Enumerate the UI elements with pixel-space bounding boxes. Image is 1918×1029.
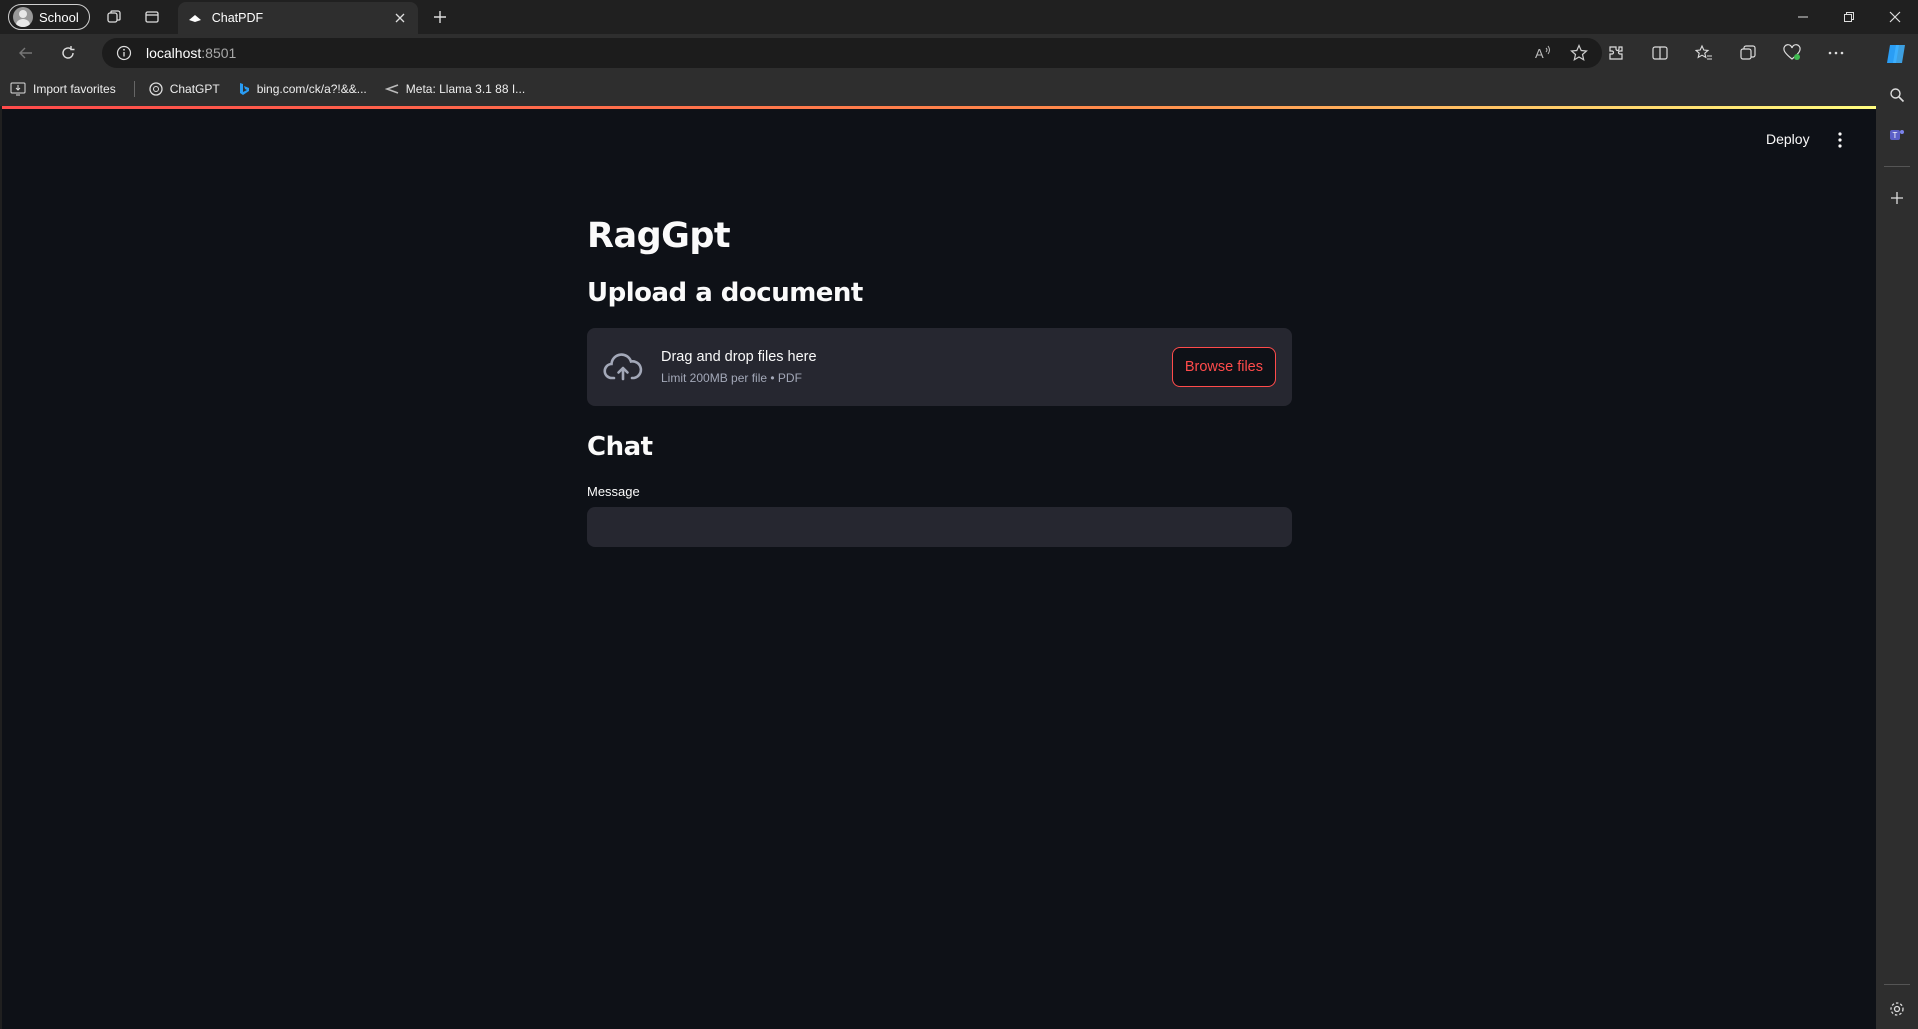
streamlit-favicon-icon: [188, 15, 201, 22]
bookmark-separator: [133, 81, 135, 97]
message-label: Message: [587, 484, 640, 499]
main-menu-icon[interactable]: [1830, 130, 1850, 150]
restore-icon[interactable]: [1826, 0, 1872, 34]
sidebar-teams-icon[interactable]: T: [1886, 124, 1908, 146]
back-icon[interactable]: [10, 37, 42, 69]
browser-sidebar: T: [1876, 72, 1918, 1029]
bookmark-label: ChatGPT: [169, 82, 220, 96]
new-tab-button[interactable]: [426, 3, 454, 31]
browse-files-button[interactable]: Browse files: [1171, 347, 1276, 387]
profile-button[interactable]: School: [8, 4, 90, 30]
svg-text:T: T: [1893, 131, 1898, 140]
browser-titlebar: School ChatPDF: [0, 0, 1918, 34]
close-tab-icon[interactable]: [392, 10, 408, 26]
sidebar-add-icon[interactable]: [1886, 187, 1908, 209]
favorites-icon[interactable]: [1692, 41, 1716, 65]
bookmark-label: Import favorites: [33, 82, 116, 96]
import-favorites-icon: [10, 82, 26, 96]
close-window-icon[interactable]: [1872, 0, 1918, 34]
url-host: localhost: [146, 45, 202, 61]
workspaces-icon[interactable]: [100, 3, 128, 31]
upload-heading: Upload a document: [587, 278, 863, 308]
app-header-decoration: [2, 106, 1876, 109]
collections-icon[interactable]: [1736, 41, 1760, 65]
address-toolbar: localhost:8501 A: [0, 34, 1918, 72]
bookmark-label: bing.com/ck/a?!&&...: [256, 82, 367, 96]
dropzone-instructions: Drag and drop files here: [661, 349, 817, 365]
copilot-icon[interactable]: [1884, 42, 1908, 66]
browser-essentials-icon[interactable]: [1780, 41, 1804, 65]
deploy-button[interactable]: Deploy: [1766, 131, 1810, 147]
dropzone-limits: Limit 200MB per file • PDF: [661, 371, 802, 385]
more-menu-icon[interactable]: [1824, 41, 1848, 65]
extensions-icon[interactable]: [1604, 41, 1628, 65]
page-title: RagGpt: [587, 216, 731, 256]
bing-icon: [239, 83, 249, 95]
cloud-upload-icon: [603, 353, 643, 381]
site-info-icon[interactable]: [116, 45, 132, 61]
bookmark-meta-llama[interactable]: Meta: Llama 3.1 88 I...: [384, 82, 526, 96]
refresh-icon[interactable]: [52, 37, 84, 69]
sidebar-divider: [1884, 166, 1910, 167]
app-viewport: Deploy RagGpt Upload a document Drag and…: [2, 106, 1876, 1029]
main-content: RagGpt Upload a document Drag and drop f…: [587, 216, 1292, 547]
url-port: :8501: [201, 45, 237, 61]
read-aloud-icon[interactable]: A: [1534, 44, 1552, 62]
message-input[interactable]: [587, 507, 1292, 547]
profile-label: School: [39, 9, 79, 25]
svg-text:A: A: [1535, 46, 1544, 61]
tab-title: ChatPDF: [211, 11, 264, 25]
sidebar-settings-icon[interactable]: [1886, 998, 1908, 1020]
sidebar-search-icon[interactable]: [1886, 84, 1908, 106]
sidebar-divider: [1884, 984, 1910, 985]
favorite-star-icon[interactable]: [1570, 44, 1588, 62]
bookmarks-bar: Import favorites ChatGPT bing.com/ck/a?!…: [0, 72, 1880, 106]
chat-heading: Chat: [587, 432, 653, 462]
split-screen-icon[interactable]: [1648, 41, 1672, 65]
minimize-icon[interactable]: [1780, 0, 1826, 34]
bookmark-import-favorites[interactable]: Import favorites: [10, 82, 116, 96]
vertical-tabs-icon[interactable]: [138, 3, 166, 31]
tab-chatpdf[interactable]: ChatPDF: [177, 2, 418, 34]
bookmark-bing[interactable]: bing.com/ck/a?!&&...: [238, 82, 367, 96]
bookmark-chatgpt[interactable]: ChatGPT: [149, 82, 220, 96]
meta-icon: [384, 84, 399, 94]
avatar: [13, 7, 33, 27]
chatgpt-icon: [149, 82, 163, 96]
bookmark-label: Meta: Llama 3.1 88 I...: [405, 82, 526, 96]
file-dropzone[interactable]: Drag and drop files here Limit 200MB per…: [587, 328, 1292, 406]
address-bar[interactable]: localhost:8501 A: [102, 38, 1602, 68]
